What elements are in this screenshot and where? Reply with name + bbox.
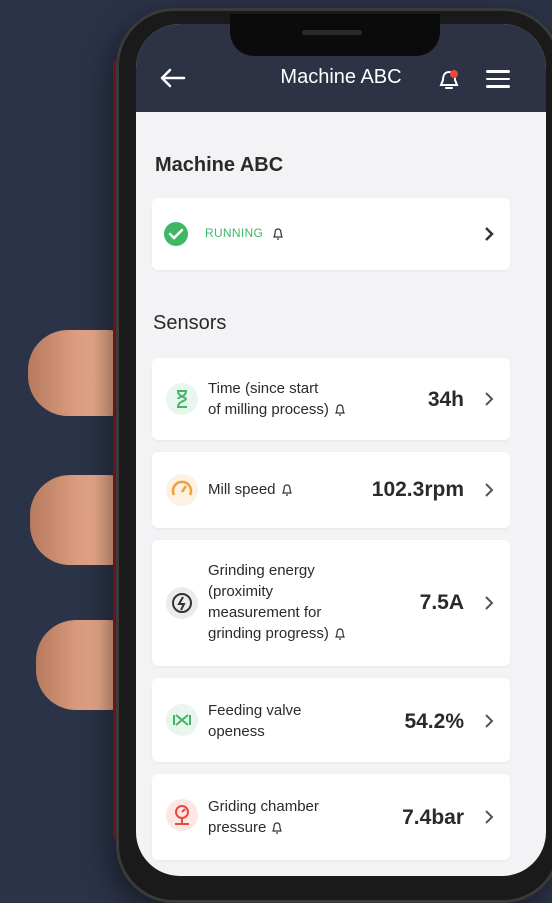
bell-icon [281, 484, 292, 496]
chevron-right-icon[interactable] [484, 809, 494, 825]
bell-icon [335, 404, 345, 416]
sensor-value: 102.3rpm [371, 478, 464, 501]
sensors-title: Sensors [153, 312, 227, 334]
chevron-right-icon[interactable] [484, 595, 494, 611]
sensor-label: Mill speed [208, 479, 292, 500]
bell-icon [272, 228, 283, 240]
sensor-value: 34h [427, 388, 464, 411]
energy-icon [166, 587, 198, 619]
status-card[interactable]: RUNNING [152, 198, 510, 270]
sensor-label: Feeding valve openess [208, 702, 302, 740]
chevron-right-icon[interactable] [484, 713, 494, 729]
sensor-card-chamber-pressure[interactable]: Griding chamber pressure 7.4bar [152, 774, 510, 860]
sensor-value: 7.4bar [402, 806, 464, 829]
chevron-right-icon[interactable] [484, 482, 494, 498]
hourglass-icon [166, 383, 198, 415]
sensor-label: Grinding energy (proximity measurement f… [208, 560, 345, 644]
sensor-value: 54.2% [404, 710, 464, 733]
bell-icon [272, 822, 283, 834]
sensor-card-time[interactable]: Time (since start of milling process) 34… [152, 358, 510, 440]
sensor-value: 7.5A [419, 591, 464, 614]
sensor-card-grinding-energy[interactable]: Grinding energy (proximity measurement f… [152, 540, 510, 666]
header-title: Machine ABC [280, 66, 402, 88]
speedometer-icon [166, 474, 198, 506]
menu-icon[interactable] [486, 70, 510, 88]
check-circle-icon [164, 222, 188, 246]
pressure-gauge-icon [166, 799, 198, 831]
phone-screen: Machine ABC Machine ABC RUNNING Sensors … [136, 24, 546, 876]
bell-alert-icon[interactable] [438, 68, 460, 92]
valve-icon [166, 704, 198, 736]
status-label: RUNNING [205, 226, 283, 240]
sensor-label: Time (since start of milling process) [208, 378, 345, 420]
chevron-right-icon[interactable] [484, 391, 494, 407]
sensor-card-feeding-valve[interactable]: Feeding valve openess 54.2% [152, 678, 510, 762]
sensor-label: Griding chamber pressure [208, 798, 319, 836]
chevron-right-icon[interactable] [484, 226, 494, 242]
sensor-card-mill-speed[interactable]: Mill speed 102.3rpm [152, 452, 510, 528]
phone-speaker [302, 30, 362, 35]
machine-title: Machine ABC [155, 154, 284, 176]
phone-notch [230, 14, 440, 56]
bell-icon [335, 628, 345, 640]
